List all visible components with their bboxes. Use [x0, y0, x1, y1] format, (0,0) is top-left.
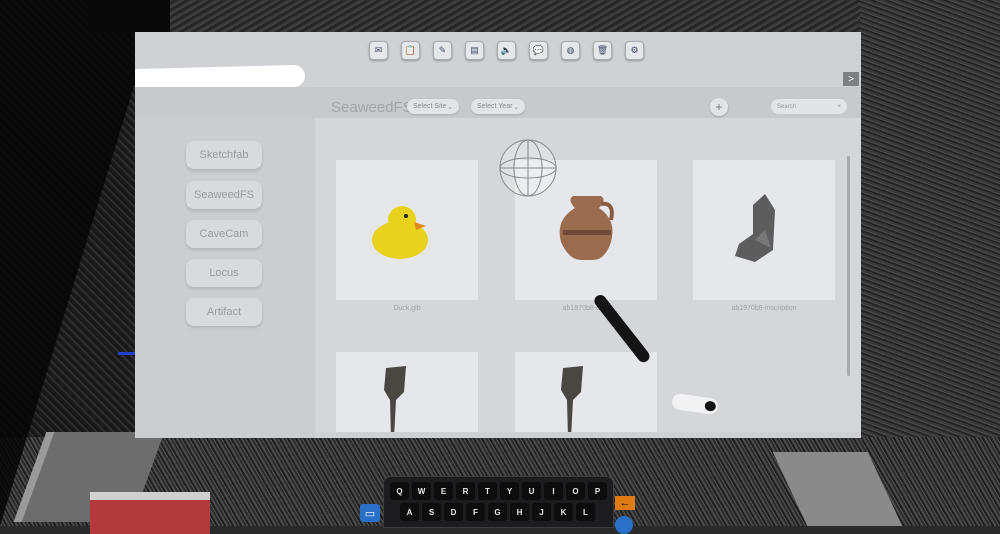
sidebar-item-locus[interactable]: Locus: [186, 259, 262, 287]
model-card-duck[interactable]: [336, 160, 478, 300]
mail-icon[interactable]: ✉: [369, 41, 388, 60]
add-button[interactable]: +: [710, 98, 728, 116]
scrollbar[interactable]: [847, 156, 850, 376]
key-f[interactable]: F: [466, 503, 485, 521]
key-l[interactable]: L: [576, 503, 595, 521]
clear-icon[interactable]: ×: [837, 104, 841, 110]
key-w[interactable]: W: [412, 482, 431, 500]
mic-icon[interactable]: [615, 516, 633, 534]
key-p[interactable]: P: [588, 482, 607, 500]
rock-column-icon: [561, 366, 583, 438]
trash-icon[interactable]: 🗑: [593, 41, 612, 60]
model-card-rock[interactable]: [515, 352, 657, 438]
main-panel: ✉ 📋 ✎ ▤ 🔈 💬 ◍ 🗑 ⚙ > Sketchfab SeaweedFS …: [135, 32, 861, 438]
chat-icon[interactable]: ▭: [360, 504, 380, 522]
toolbar: ✉ 📋 ✎ ▤ 🔈 💬 ◍ 🗑 ⚙: [369, 41, 644, 60]
year-filter-label: Select Year: [477, 103, 513, 110]
key-s[interactable]: S: [422, 503, 441, 521]
red-block: [90, 492, 210, 534]
edit-icon[interactable]: ✎: [433, 41, 452, 60]
back-arrow-icon[interactable]: ←: [615, 496, 635, 510]
model-card-label: Duck.glb: [393, 305, 421, 312]
model-card-stone[interactable]: [693, 160, 835, 300]
chevron-down-icon: ⌄: [513, 103, 519, 111]
sidebar-item-cavecam[interactable]: CaveCam: [186, 220, 262, 248]
model-card-label: ab1970b8-inscription: [731, 305, 797, 312]
sidebar: Sketchfab SeaweedFS CaveCam Locus Artifa…: [135, 118, 315, 438]
key-o[interactable]: O: [566, 482, 585, 500]
panel-footer: [315, 432, 861, 438]
key-y[interactable]: Y: [500, 482, 519, 500]
chevron-down-icon: ⌄: [447, 103, 453, 111]
sidebar-item-seaweedfs[interactable]: SeaweedFS: [186, 181, 262, 209]
clipboard-icon[interactable]: 📋: [401, 41, 420, 60]
key-t[interactable]: T: [478, 482, 497, 500]
page-title: SeaweedFS: [331, 99, 413, 116]
key-e[interactable]: E: [434, 482, 453, 500]
sidebar-item-artifact[interactable]: Artifact: [186, 298, 262, 326]
model-card-label: ab1970b8-d-…: [562, 305, 610, 312]
key-g[interactable]: G: [488, 503, 507, 521]
rock-column-icon: [384, 366, 406, 438]
chat-icon[interactable]: 💬: [529, 41, 548, 60]
year-filter[interactable]: Select Year ⌄: [471, 99, 525, 114]
site-filter-label: Select Site: [413, 103, 447, 110]
environment-shadow-top: [90, 0, 170, 34]
globe-icon[interactable]: ◍: [561, 41, 580, 60]
panel-toolbar-area: ✉ 📋 ✎ ▤ 🔈 💬 ◍ 🗑 ⚙ >: [135, 32, 861, 92]
wireframe-globe-icon: [499, 139, 557, 197]
key-r[interactable]: R: [456, 482, 475, 500]
key-d[interactable]: D: [444, 503, 463, 521]
volume-icon[interactable]: 🔈: [497, 41, 516, 60]
search-placeholder: Search: [777, 103, 797, 110]
rubber-duck-icon: [372, 206, 428, 259]
key-u[interactable]: U: [522, 482, 541, 500]
site-filter[interactable]: Select Site ⌄: [407, 99, 459, 114]
document-icon[interactable]: ▤: [465, 41, 484, 60]
key-q[interactable]: Q: [390, 482, 409, 500]
virtual-keyboard: Q W E R T Y U I O P A S D F G H J K L: [383, 476, 614, 528]
sidebar-item-sketchfab[interactable]: Sketchfab: [186, 141, 262, 169]
search-input[interactable]: Search ×: [771, 99, 847, 114]
key-i[interactable]: I: [544, 482, 563, 500]
key-h[interactable]: H: [510, 503, 529, 521]
key-a[interactable]: A: [400, 503, 419, 521]
key-k[interactable]: K: [554, 503, 573, 521]
stone-fragment-icon: [735, 194, 775, 262]
collapse-button[interactable]: >: [843, 72, 859, 86]
settings-icon[interactable]: ⚙: [625, 41, 644, 60]
model-card-rock[interactable]: [336, 352, 478, 438]
key-j[interactable]: J: [532, 503, 551, 521]
